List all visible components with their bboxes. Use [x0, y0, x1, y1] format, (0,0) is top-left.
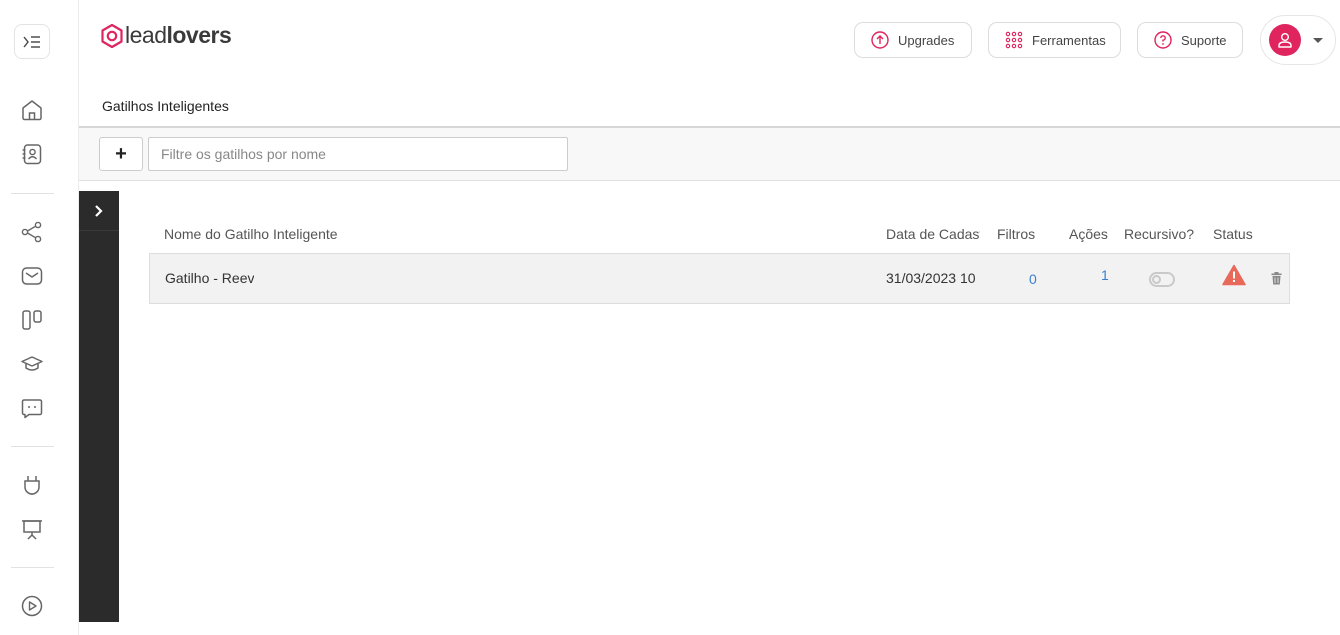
sidebar [0, 0, 79, 635]
sidebar-divider [11, 193, 54, 194]
column-header-actions: Ações [1069, 226, 1108, 242]
table-row[interactable]: Gatilho - Reev 31/03/2023 10 0 1 [149, 253, 1290, 304]
chat-icon [21, 399, 43, 419]
chevron-down-icon [1313, 37, 1323, 43]
add-trigger-button[interactable]: + [99, 137, 143, 171]
home-icon [22, 100, 42, 121]
sidebar-item-integrations[interactable] [18, 471, 46, 499]
upgrades-button[interactable]: Upgrades [854, 22, 972, 58]
sidebar-divider [11, 446, 54, 447]
user-icon [1278, 33, 1292, 48]
sidebar-item-chat[interactable] [18, 394, 46, 422]
status-warning [1222, 264, 1246, 291]
trigger-name[interactable]: Gatilho - Reev [165, 270, 254, 286]
trigger-date: 31/03/2023 10 [886, 270, 976, 286]
contacts-icon [22, 144, 42, 165]
column-header-name: Nome do Gatilho Inteligente [164, 226, 338, 242]
upgrade-arrow-icon [871, 31, 889, 49]
trash-icon [1271, 272, 1282, 285]
leadlovers-logo[interactable]: leadlovers [101, 22, 232, 49]
toolbar: + [79, 128, 1340, 181]
sidebar-item-kanban[interactable] [18, 306, 46, 334]
filter-input[interactable] [148, 137, 568, 171]
tools-button[interactable]: Ferramentas [988, 22, 1121, 58]
sidebar-item-course[interactable] [18, 350, 46, 378]
sidebar-item-home[interactable] [18, 96, 46, 124]
help-icon [1154, 31, 1172, 49]
presentation-icon [22, 520, 42, 540]
sidebar-divider [11, 567, 54, 568]
plug-icon [24, 476, 40, 495]
sidebar-item-presentation[interactable] [18, 515, 46, 543]
user-menu-button[interactable] [1260, 15, 1336, 65]
sidebar-item-contacts[interactable] [18, 140, 46, 168]
avatar [1269, 24, 1301, 56]
email-icon [21, 267, 43, 285]
menu-toggle-button[interactable] [14, 24, 50, 59]
trigger-filters-count[interactable]: 0 [1029, 271, 1037, 287]
chevron-right-icon [95, 204, 103, 217]
logo-text: leadlovers [125, 22, 232, 48]
logo-mark-icon [101, 23, 123, 48]
support-button[interactable]: Suporte [1137, 22, 1243, 58]
warning-icon [1222, 264, 1246, 286]
apps-grid-icon [1005, 31, 1023, 49]
tools-label: Ferramentas [1032, 32, 1106, 48]
play-icon [21, 595, 43, 617]
side-drawer [79, 191, 119, 622]
column-header-status: Status [1213, 226, 1253, 242]
column-header-date[interactable]: Data de Cadastro [886, 226, 980, 242]
page-title: Gatilhos Inteligentes [102, 98, 229, 114]
flow-icon [21, 221, 42, 243]
course-icon [21, 356, 43, 371]
drawer-toggle-button[interactable] [79, 191, 119, 231]
sidebar-item-play[interactable] [18, 592, 46, 620]
sidebar-item-email[interactable] [18, 262, 46, 290]
support-label: Suporte [1181, 32, 1227, 48]
upgrades-label: Upgrades [898, 32, 955, 48]
trigger-actions-count[interactable]: 1 [1101, 267, 1109, 283]
column-header-recursive: Recursivo? [1124, 226, 1195, 242]
sidebar-item-flow[interactable] [18, 218, 46, 246]
top-header: leadlovers Upgrades Ferramentas Suporte [79, 0, 1340, 80]
delete-button[interactable] [1271, 272, 1282, 290]
recursive-toggle[interactable] [1149, 272, 1175, 287]
kanban-icon [22, 310, 42, 330]
column-header-filters: Filtros [997, 226, 1036, 242]
menu-expand-icon [23, 35, 40, 48]
